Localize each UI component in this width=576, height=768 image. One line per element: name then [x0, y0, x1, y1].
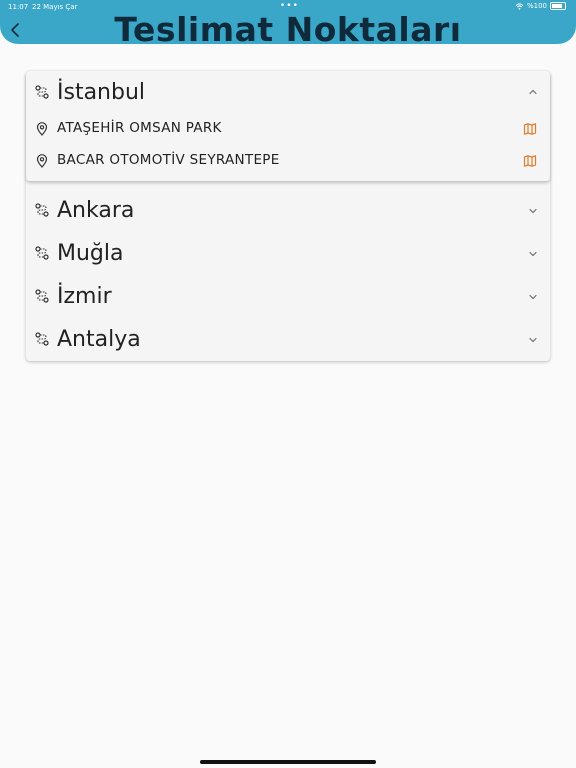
status-date: 22 Mayıs Çar: [32, 3, 78, 11]
chevron-down-icon[interactable]: [528, 335, 538, 345]
city-panel-ankara: Ankara: [26, 189, 550, 232]
chevron-down-icon[interactable]: [528, 292, 538, 302]
city-name: Antalya: [57, 327, 141, 352]
chevron-down-icon[interactable]: [528, 249, 538, 259]
status-time: 11:07: [8, 3, 29, 11]
city-name: İzmir: [57, 284, 112, 309]
map-icon[interactable]: [523, 154, 537, 168]
route-icon: [35, 332, 49, 346]
route-icon: [35, 85, 49, 99]
location-name: ATAŞEHİR OMSAN PARK: [57, 120, 222, 136]
chevron-up-icon[interactable]: [528, 87, 538, 97]
wifi-icon: [515, 2, 524, 10]
city-accordion: İstanbul ATAŞEHİR OMSAN PARK BACAR OTOMO…: [26, 71, 550, 361]
route-icon: [35, 203, 49, 217]
status-bar: 11:07 22 Mayıs Çar ••• %100: [0, 0, 576, 14]
location-item[interactable]: ATAŞEHİR OMSAN PARK: [26, 113, 550, 145]
city-name: Muğla: [57, 241, 124, 266]
location-pin-icon: [36, 154, 48, 168]
home-indicator[interactable]: [200, 760, 376, 764]
route-icon: [35, 289, 49, 303]
battery-percentage: %100: [526, 2, 547, 10]
city-name: İstanbul: [57, 79, 146, 105]
city-header-istanbul[interactable]: İstanbul: [26, 71, 550, 113]
city-header-ankara[interactable]: Ankara: [26, 189, 550, 232]
location-list: ATAŞEHİR OMSAN PARK BACAR OTOMOTİV SEYRA…: [26, 113, 550, 181]
city-panel-istanbul: İstanbul ATAŞEHİR OMSAN PARK BACAR OTOMO…: [26, 71, 550, 181]
city-panel-antalya: Antalya: [26, 318, 550, 361]
location-name: BACAR OTOMOTİV SEYRANTEPE: [57, 152, 280, 168]
map-icon[interactable]: [523, 122, 537, 136]
multitasking-dots-icon[interactable]: •••: [280, 1, 299, 11]
city-panel-mugla: Muğla: [26, 232, 550, 275]
chevron-down-icon[interactable]: [528, 206, 538, 216]
status-right: %100: [515, 2, 566, 10]
battery-icon: [550, 2, 566, 10]
city-header-antalya[interactable]: Antalya: [26, 318, 550, 361]
location-pin-icon: [36, 122, 48, 136]
city-header-mugla[interactable]: Muğla: [26, 232, 550, 275]
location-item[interactable]: BACAR OTOMOTİV SEYRANTEPE: [26, 145, 550, 177]
route-icon: [35, 246, 49, 260]
city-header-izmir[interactable]: İzmir: [26, 275, 550, 318]
city-panel-izmir: İzmir: [26, 275, 550, 318]
city-name: Ankara: [57, 198, 135, 223]
